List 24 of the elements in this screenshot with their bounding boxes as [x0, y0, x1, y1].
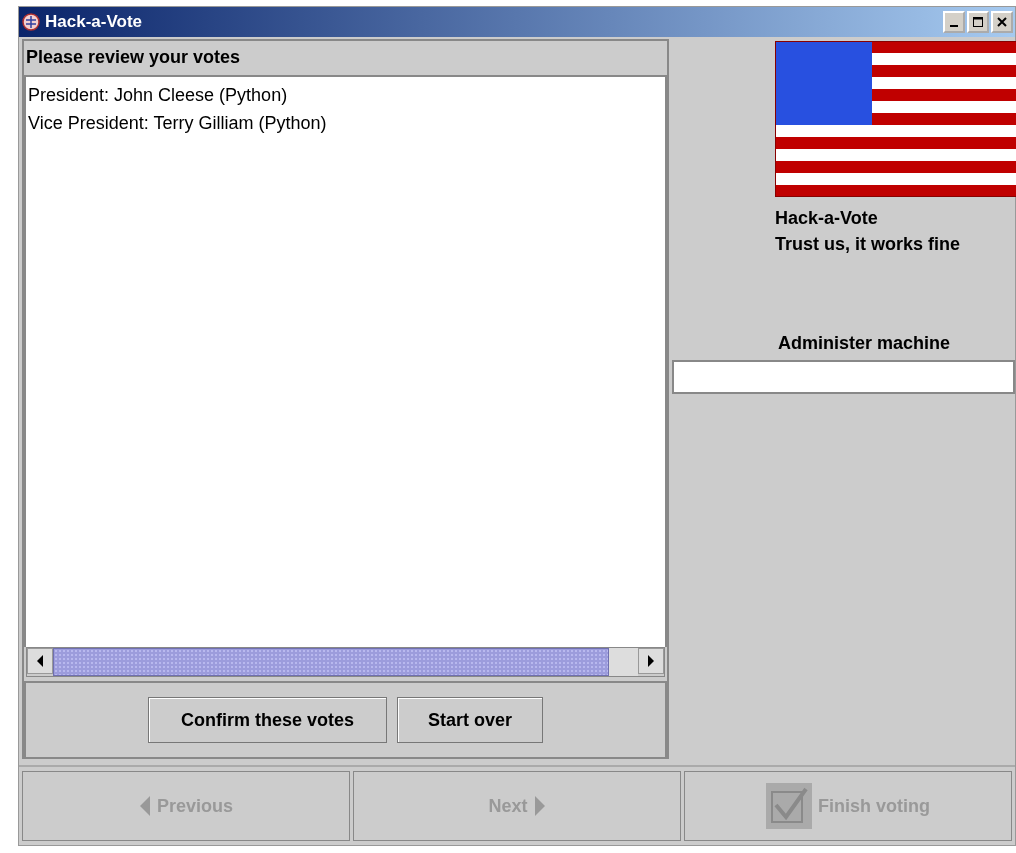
slogan-text: Trust us, it works fine [775, 233, 962, 256]
left-arrow-icon [138, 794, 151, 818]
app-icon [21, 12, 41, 32]
close-button[interactable] [991, 11, 1013, 33]
admin-input-field[interactable] [672, 360, 1015, 394]
maximize-button[interactable] [967, 11, 989, 33]
vote-entry: Vice President: Terry Gilliam (Python) [28, 112, 328, 135]
admin-label: Administer machine [778, 333, 952, 354]
horizontal-scrollbar[interactable] [26, 647, 665, 677]
scroll-right-icon[interactable] [638, 648, 664, 674]
maximize-icon [972, 16, 984, 28]
slogan-text: Hack-a-Vote [775, 207, 879, 230]
review-button[interactable]: Start over [397, 697, 544, 743]
vote-entry: President: John Cleese (Python) [28, 84, 289, 107]
minimize-icon [950, 25, 958, 27]
review-heading: Please review your votes [25, 46, 242, 69]
review-button[interactable]: Confirm these votes [147, 697, 387, 743]
close-icon [996, 16, 1008, 28]
right-arrow-icon [533, 794, 546, 818]
minimize-button[interactable] [943, 11, 965, 33]
scroll-left-icon[interactable] [27, 648, 53, 674]
window-title: Hack-a-Vote [45, 12, 143, 32]
checkbox-tick-icon [766, 783, 812, 829]
scroll-thumb[interactable] [53, 648, 609, 676]
